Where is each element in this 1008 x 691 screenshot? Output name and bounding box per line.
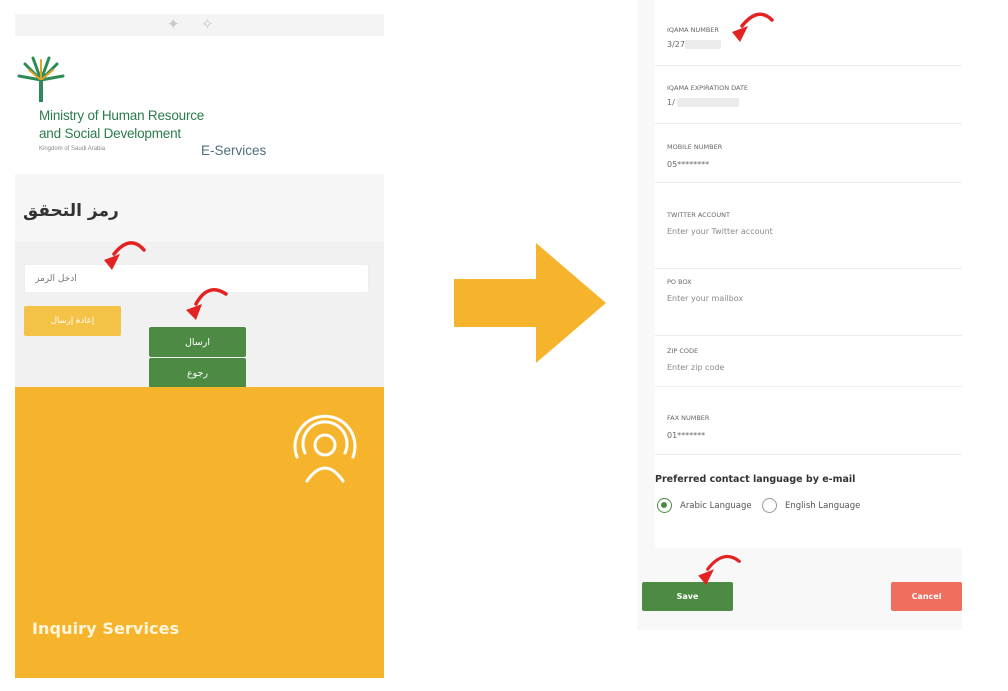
field-label: MOBILE NUMBER <box>667 143 723 151</box>
verification-card: إعادة إرسال ارسال رجوع <box>15 242 384 389</box>
profile-form-screen: IQAMA NUMBER 3/27 IQAMA EXPIRATION DATE … <box>637 0 962 630</box>
zip-code-field: ZIP CODE <box>655 335 962 387</box>
kingdom-caption: Kingdom of Saudi Arabia <box>39 146 106 152</box>
verification-title: رمز التحقق <box>23 201 119 221</box>
twitter-account-field: TWITTER ACCOUNT <box>655 199 962 269</box>
ministry-name-line1: Ministry of Human Resource <box>39 108 205 123</box>
save-button[interactable]: Save <box>642 582 733 611</box>
field-label: IQAMA NUMBER <box>667 26 719 34</box>
radio-label: Arabic Language <box>680 500 752 511</box>
po-box-field: PO BOX <box>655 266 962 336</box>
iqama-number-field: IQAMA NUMBER 3/27 <box>655 14 962 66</box>
inquiry-services-label: Inquiry Services <box>32 619 180 638</box>
po-box-input[interactable] <box>667 294 947 303</box>
redaction-mask <box>677 98 739 107</box>
radio-selected-icon[interactable] <box>657 498 672 513</box>
zip-code-input[interactable] <box>667 363 947 372</box>
link-icon: ✦ <box>167 15 180 33</box>
tool-icon: ✧ <box>201 15 214 33</box>
palm-tree-logo <box>17 56 65 102</box>
back-button[interactable]: رجوع <box>149 358 246 388</box>
radio-unselected-icon[interactable] <box>762 498 777 513</box>
field-value: 05******** <box>667 160 710 169</box>
field-value: 01******* <box>667 431 706 440</box>
eservices-label: E-Services <box>201 143 267 158</box>
mobile-number-field: MOBILE NUMBER 05******** <box>655 131 962 183</box>
arabic-language-option[interactable]: Arabic Language <box>657 498 752 513</box>
redaction-mask <box>685 40 721 49</box>
contact-language-title: Preferred contact language by e-mail <box>655 474 856 485</box>
verification-section: رمز التحقق إعادة إرسال ارسال رجوع <box>15 174 384 389</box>
verification-screen: ✦ ✧ Ministry of Human Resource and Socia… <box>15 14 384 678</box>
fax-number-field: FAX NUMBER 01******* <box>655 403 962 455</box>
profile-form: IQAMA NUMBER 3/27 IQAMA EXPIRATION DATE … <box>655 0 962 548</box>
english-language-option[interactable]: English Language <box>762 498 860 513</box>
field-label: PO BOX <box>667 278 692 286</box>
resend-button[interactable]: إعادة إرسال <box>24 306 121 336</box>
flow-arrow-icon <box>454 243 606 363</box>
support-agent-icon <box>293 414 357 483</box>
verification-code-input[interactable] <box>24 264 369 293</box>
field-label: FAX NUMBER <box>667 414 710 422</box>
inquiry-services-tile[interactable]: Inquiry Services <box>15 387 384 678</box>
top-strip: ✦ ✧ <box>15 14 384 36</box>
field-label: TWITTER ACCOUNT <box>667 211 730 219</box>
ministry-name-line2: and Social Development <box>39 126 181 141</box>
send-button[interactable]: ارسال <box>149 327 246 357</box>
field-label: ZIP CODE <box>667 347 699 355</box>
twitter-account-input[interactable] <box>667 227 947 236</box>
field-label: IQAMA EXPIRATION DATE <box>667 84 749 92</box>
iqama-expiration-field: IQAMA EXPIRATION DATE 1/ <box>655 72 962 124</box>
radio-label: English Language <box>785 500 861 511</box>
cancel-button[interactable]: Cancel <box>891 582 962 611</box>
